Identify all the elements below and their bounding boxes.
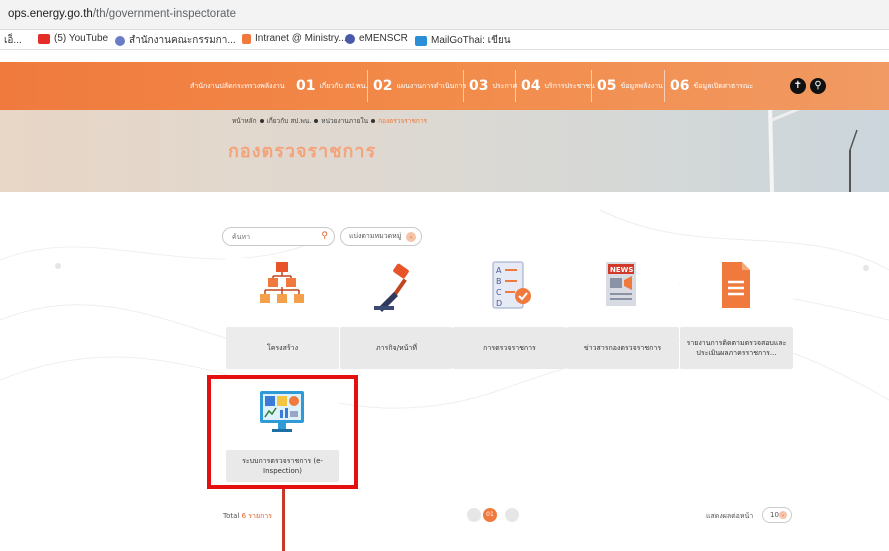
breadcrumb-about[interactable]: เกี่ยวกับ สป.พน.: [267, 117, 312, 125]
bookmark-intranet[interactable]: Intranet @ Ministry...: [242, 33, 347, 44]
svg-text:C: C: [496, 288, 502, 297]
chevron-down-icon: ⌄: [779, 511, 787, 519]
youtube-icon: [38, 33, 50, 44]
breadcrumb-home[interactable]: หน้าหลัก: [232, 117, 257, 125]
bookmark-item[interactable]: เอ็...: [4, 33, 22, 48]
highlight-pointer-line: [282, 489, 285, 551]
bookmark-mailgothai[interactable]: MailGoThai: เขียน: [415, 33, 511, 48]
hero-banner: หน้าหลัก เกี่ยวกับ สป.พน. หน่วยงานภายใน กอง…: [0, 110, 889, 192]
card-label: รายงานการติดตามตรวจสอบและประเมินผลภาครรา…: [680, 327, 793, 369]
document-icon: [722, 262, 750, 308]
globe-icon: [345, 33, 355, 44]
flame-icon: [242, 33, 251, 44]
breadcrumb-separator: [259, 119, 264, 123]
nav-item-announcements[interactable]: 03 ประกาศ: [463, 74, 517, 98]
chevron-down-icon: ⌄: [406, 232, 416, 242]
nav-item-services[interactable]: 04 บริการประชาชน: [515, 74, 595, 98]
site-logo[interactable]: สำนักงานปลัดกระทรวงพลังงาน: [186, 74, 285, 98]
bookmarks-bar: เอ็... (5) YouTube สำนักงานคณะกรรมกา... …: [0, 30, 889, 50]
card-structure[interactable]: โครงสร้าง: [226, 258, 339, 369]
bookmark-emenscr[interactable]: eMENSCR: [345, 33, 408, 44]
card-label: ภารกิจ/หน้าที่: [340, 327, 453, 369]
page-title: กองตรวจราชการ: [228, 141, 377, 162]
search-field[interactable]: ⚲: [222, 227, 335, 246]
browser-address-bar[interactable]: ops.energy.go.th/th/government-inspector…: [0, 0, 889, 30]
background-swirl-decoration: [0, 209, 889, 409]
card-news[interactable]: NEWS ข่าวสารกองตรวจราชการ: [566, 258, 679, 369]
nav-item-energy-data[interactable]: 05 ข้อมูลพลังงาน: [591, 74, 663, 98]
prev-page-button[interactable]: [467, 508, 481, 522]
nav-item-about[interactable]: 01 เกี่ยวกับ สป.พน.: [290, 74, 368, 98]
breadcrumb: หน้าหลัก เกี่ยวกับ สป.พน. หน่วยงานภายใน กอง…: [232, 116, 427, 126]
search-input[interactable]: [232, 231, 312, 243]
card-label: ข่าวสารกองตรวจราชการ: [566, 327, 679, 369]
card-report[interactable]: รายงานการติดตามตรวจสอบและประเมินผลภาครรา…: [680, 258, 793, 369]
org-chart-icon: [260, 262, 304, 303]
checklist-icon: A B C D: [492, 261, 531, 309]
highlight-box: [207, 375, 358, 489]
per-page-select[interactable]: 10 ⌄: [762, 507, 792, 523]
svg-text:D: D: [496, 299, 502, 308]
svg-text:B: B: [496, 277, 502, 286]
gavel-icon: [374, 263, 409, 312]
svg-text:NEWS: NEWS: [610, 266, 633, 274]
site-header: สำนักงานปลัดกระทรวงพลังงาน 01 เกี่ยวกับ …: [0, 62, 889, 110]
wind-turbine-image: [768, 110, 858, 192]
breadcrumb-internal-units[interactable]: หน่วยงานภายใน: [321, 117, 368, 125]
logo-text: สำนักงานปลัดกระทรวงพลังงาน: [190, 82, 285, 90]
nav-item-plans[interactable]: 02 แผนงานการดำเนินการ: [367, 74, 466, 98]
card-mission[interactable]: ภารกิจ/หน้าที่: [340, 258, 453, 369]
url-host: ops.energy.go.th: [8, 8, 93, 20]
search-icon[interactable]: ⚲: [810, 78, 826, 94]
accessibility-icon[interactable]: ✝: [790, 78, 806, 94]
breadcrumb-current: กองตรวจราชการ: [378, 117, 427, 125]
page-button-current[interactable]: 01: [483, 508, 497, 522]
mail-icon: [415, 35, 427, 46]
news-icon: NEWS: [606, 262, 636, 306]
category-filter-dropdown[interactable]: แบ่งตามหมวดหมู่ ⌄: [340, 227, 422, 246]
per-page-label: แสดงผลต่อหน้า: [706, 512, 754, 520]
card-label: โครงสร้าง: [226, 327, 339, 369]
breadcrumb-separator: [371, 119, 376, 123]
card-label: การตรวจราชการ: [453, 327, 566, 369]
card-inspection[interactable]: A B C D การตรวจราชการ: [453, 258, 566, 369]
url-text[interactable]: ops.energy.go.th/th/government-inspector…: [8, 8, 236, 20]
bookmark-office[interactable]: สำนักงานคณะกรรมกา...: [115, 33, 236, 48]
svg-text:A: A: [496, 266, 502, 275]
nav-item-open-data[interactable]: 06 ข้อมูลเปิดสาธารณะ: [664, 74, 753, 98]
globe-icon: [115, 35, 125, 46]
breadcrumb-separator: [314, 119, 319, 123]
total-count: Total 6 รายการ: [223, 512, 272, 520]
search-icon[interactable]: ⚲: [321, 231, 328, 241]
url-path: /th/government-inspectorate: [92, 8, 237, 20]
next-page-button[interactable]: [505, 508, 519, 522]
bookmark-youtube[interactable]: (5) YouTube: [38, 33, 108, 44]
